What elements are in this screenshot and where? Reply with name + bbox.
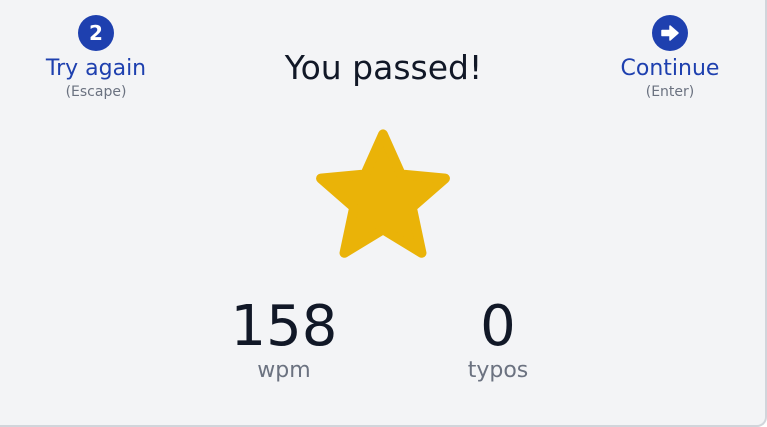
typos-stat: 0 typos bbox=[418, 296, 578, 384]
typos-value: 0 bbox=[480, 294, 516, 359]
wpm-label: wpm bbox=[257, 358, 311, 383]
arrow-right-icon bbox=[652, 15, 688, 51]
typos-label: typos bbox=[467, 358, 529, 383]
continue-button[interactable]: Continue (Enter) bbox=[600, 15, 740, 100]
wpm-value: 158 bbox=[230, 294, 338, 359]
continue-label: Continue bbox=[620, 56, 720, 81]
wpm-stat: 158 wpm bbox=[204, 296, 364, 384]
result-panel: 2 Try again (Escape) You passed! Continu… bbox=[0, 0, 767, 427]
retry-count-icon: 2 bbox=[78, 15, 114, 51]
continue-shortcut: (Enter) bbox=[645, 84, 695, 100]
star-icon bbox=[316, 129, 450, 258]
